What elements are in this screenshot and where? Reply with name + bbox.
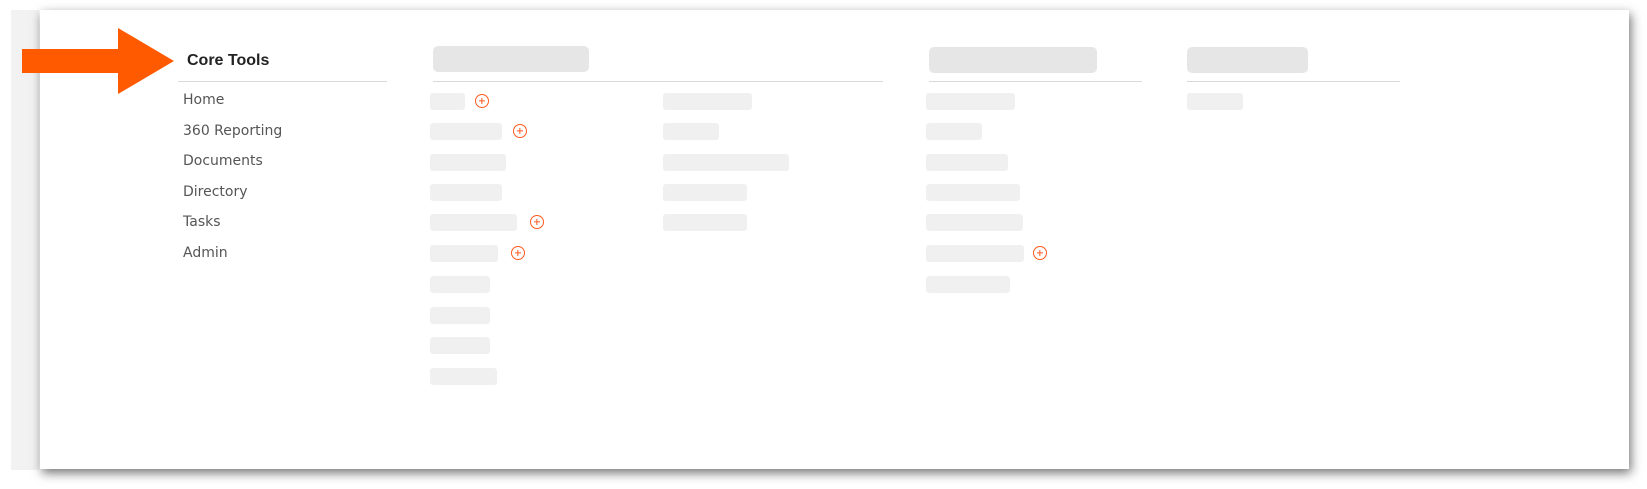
screenshot-stage: Core Tools Home 360 Reporting Documents … [0,0,1647,489]
tool-placeholder [430,276,490,293]
tool-placeholder [663,154,789,171]
group-heading-placeholder [1187,47,1308,73]
tool-link-documents[interactable]: Documents [183,153,263,169]
tool-placeholder [430,245,498,262]
tool-placeholder [926,123,982,140]
tool-placeholder [663,123,719,140]
annotation-arrow-icon [22,28,174,94]
tool-placeholder [430,93,465,110]
tool-link-admin[interactable]: Admin [183,245,228,261]
group-divider [1187,81,1400,82]
section-title-core-tools: Core Tools [187,52,270,69]
add-tool-plus-icon[interactable] [475,94,489,108]
tool-link-home[interactable]: Home [183,92,224,108]
tool-link-tasks[interactable]: Tasks [183,214,221,230]
project-tools-heading-placeholder [433,46,589,72]
annotation-arrow-shape [22,28,174,94]
tools-panel [40,10,1629,469]
tool-placeholder [926,154,1008,171]
tool-placeholder [926,214,1023,231]
tool-placeholder [663,214,747,231]
tool-placeholder [430,154,506,171]
add-tool-plus-icon[interactable] [1033,246,1047,260]
add-tool-plus-icon[interactable] [530,215,544,229]
tool-placeholder [663,93,752,110]
tool-placeholder [926,93,1015,110]
tool-placeholder [430,184,502,201]
group-heading-placeholder [929,47,1097,73]
add-tool-plus-icon[interactable] [511,246,525,260]
tool-placeholder [430,307,490,324]
project-tools-divider [433,81,883,82]
core-tools-divider [178,81,387,82]
add-tool-plus-icon[interactable] [513,124,527,138]
tool-placeholder [430,368,497,385]
tool-placeholder [430,337,490,354]
tool-placeholder [430,123,502,140]
tool-placeholder [926,245,1024,262]
group-divider [929,81,1142,82]
tool-placeholder [430,214,517,231]
tool-placeholder [926,276,1010,293]
tool-placeholder [926,184,1020,201]
tool-placeholder [663,184,747,201]
tool-link-360-reporting[interactable]: 360 Reporting [183,123,282,139]
tool-link-directory[interactable]: Directory [183,184,248,200]
tool-placeholder [1187,93,1243,110]
